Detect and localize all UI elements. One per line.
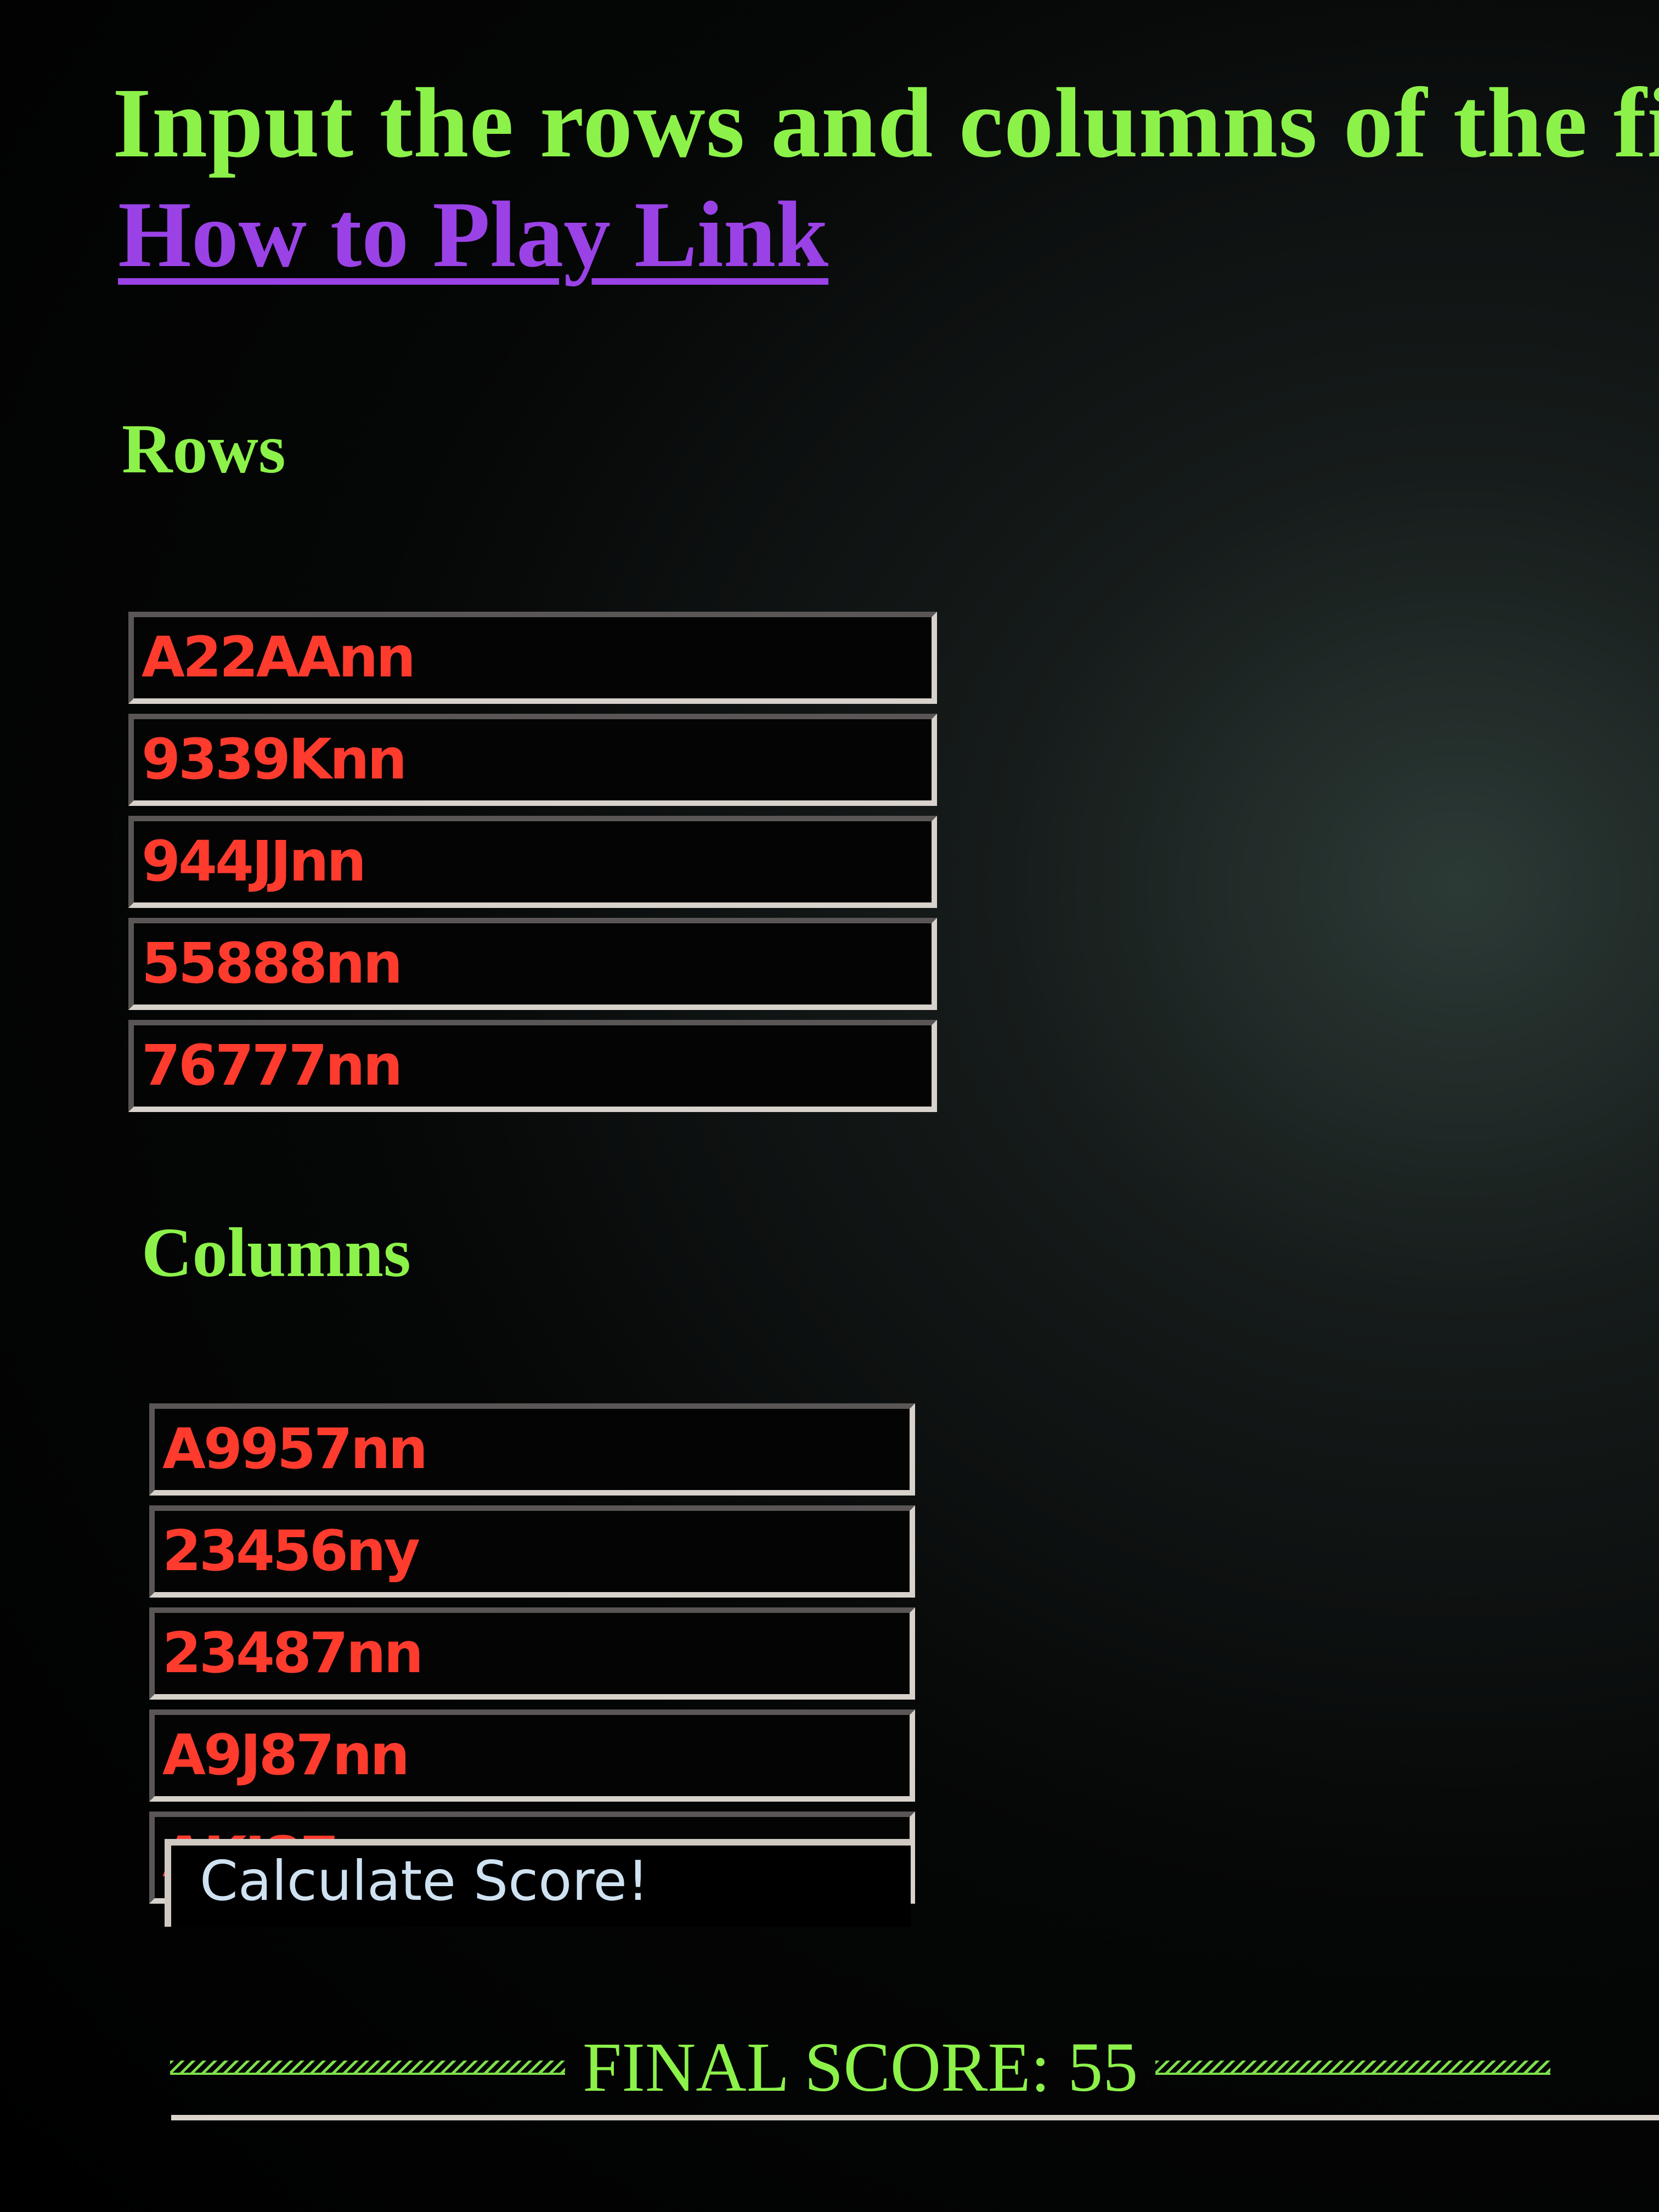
page-title: Input the rows and columns of the fin — [112, 68, 1659, 178]
columns-heading: Columns — [142, 1214, 411, 1291]
column-input-2[interactable]: 23456ny — [149, 1505, 915, 1598]
row-input-5[interactable]: 76777nn — [128, 1020, 937, 1112]
row-input-4[interactable]: 55888nn — [128, 918, 937, 1010]
column-input-4[interactable]: A9J87nn — [149, 1709, 915, 1802]
final-score-row: FINAL SCORE: 55 — [170, 2027, 1659, 2137]
final-score-text: FINAL SCORE: 55 — [583, 2028, 1138, 2106]
column-input-1[interactable]: A9957nn — [149, 1403, 915, 1496]
rows-input-group: A22AAnn 9339Knn 944JJnn 55888nn 76777nn — [128, 612, 937, 1112]
column-input-3[interactable]: 23487nn — [149, 1607, 915, 1700]
rows-heading: Rows — [122, 410, 286, 488]
page: Input the rows and columns of the fin Ho… — [0, 0, 1659, 2212]
columns-input-group: A9957nn 23456ny 23487nn A9J87nn AKJ87nn — [149, 1403, 915, 1904]
row-input-3[interactable]: 944JJnn — [128, 816, 937, 908]
how-to-play-link[interactable]: How to Play Link — [118, 181, 828, 289]
horizontal-rule — [171, 2115, 1659, 2120]
squiggle-divider-right — [1155, 2060, 1551, 2075]
row-input-2[interactable]: 9339Knn — [128, 714, 937, 806]
squiggle-divider-left — [170, 2060, 565, 2075]
row-input-1[interactable]: A22AAnn — [128, 612, 937, 704]
calculate-score-button[interactable]: Calculate Score! — [165, 1839, 911, 1927]
